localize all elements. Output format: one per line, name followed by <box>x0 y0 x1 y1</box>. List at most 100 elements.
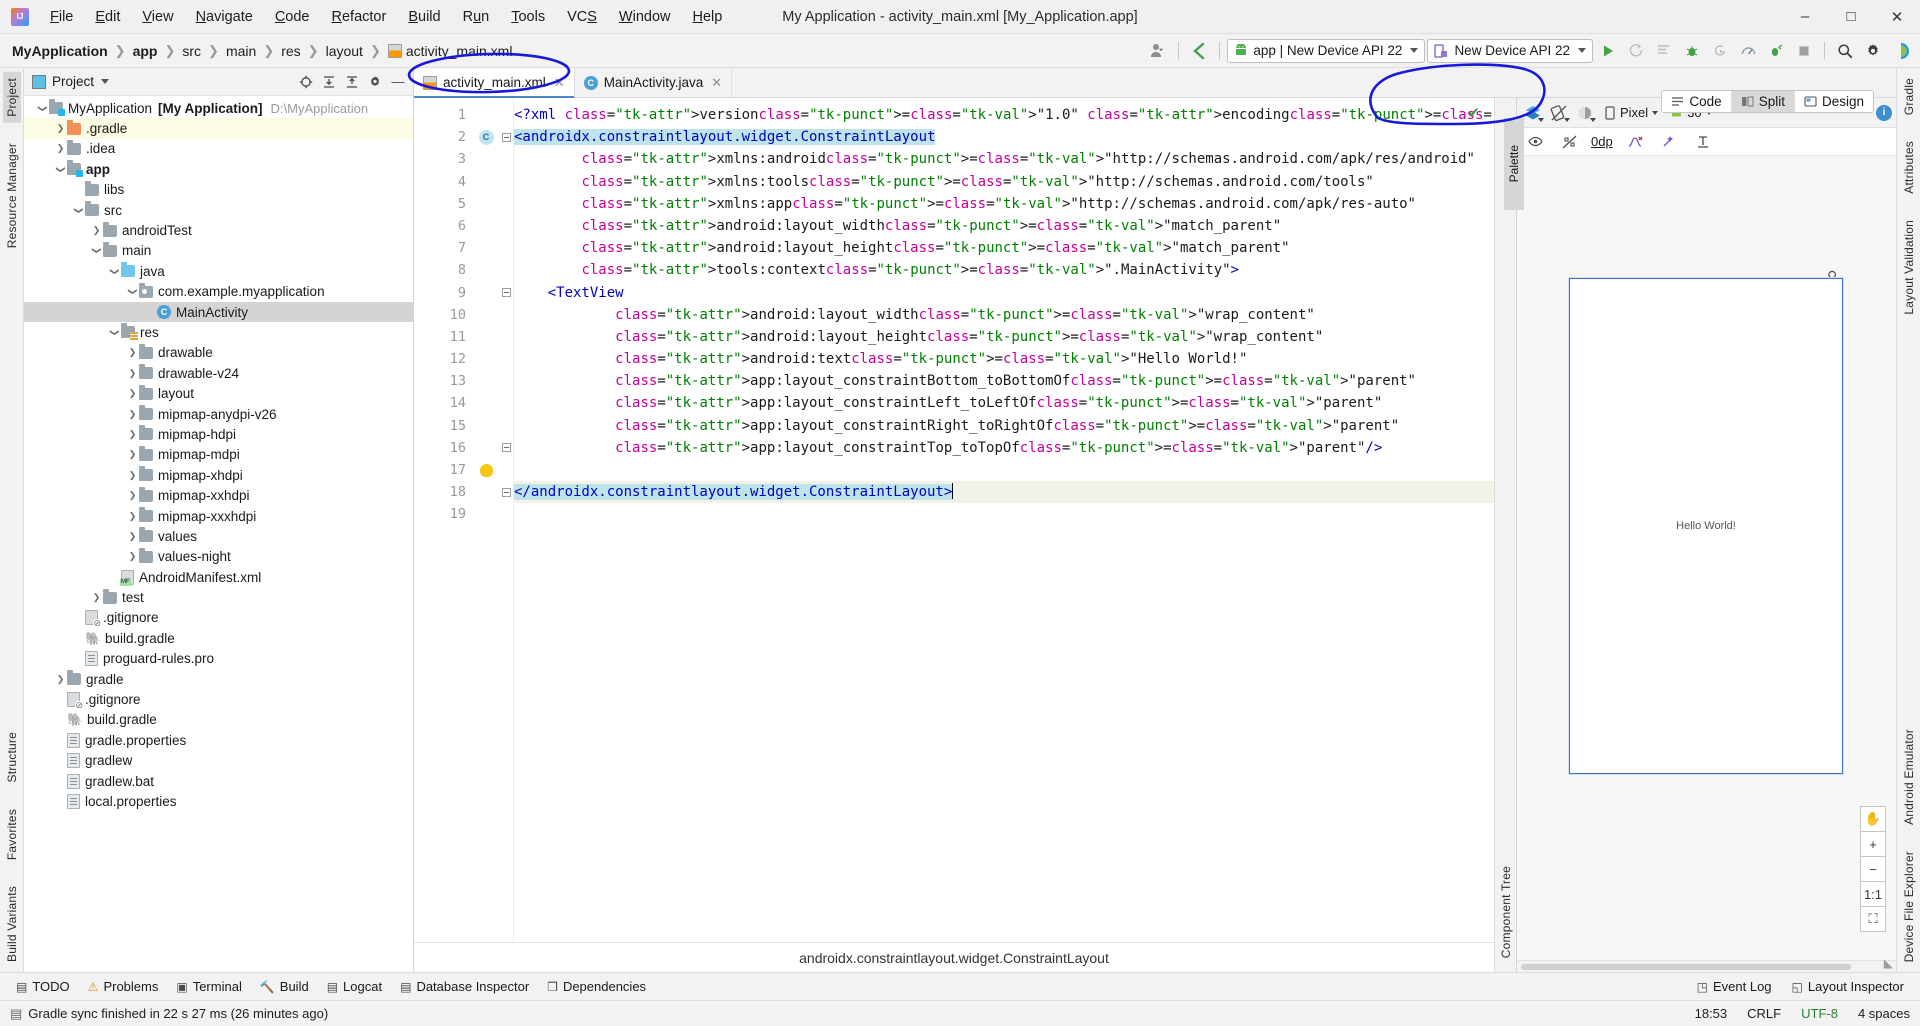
avd-manager-icon[interactable] <box>1888 38 1914 64</box>
fold-row[interactable] <box>500 282 513 304</box>
bottom-tool-event-log[interactable]: ◳ Event Log <box>1689 976 1780 997</box>
code-line[interactable]: class="tk-attr">android:layout_widthclas… <box>514 304 1494 326</box>
apply-changes-button[interactable] <box>1623 38 1649 64</box>
sidebar-item-layout-validation[interactable]: Layout Validation <box>1900 214 1918 321</box>
tree-expand-arrow[interactable]: ❯ <box>109 326 120 339</box>
code-line[interactable]: class="tk-attr">android:layout_widthclas… <box>514 215 1494 237</box>
sidebar-item-gradle[interactable]: Gradle <box>1900 72 1918 121</box>
tree-node[interactable]: ❯ mipmap-hdpi <box>24 424 413 444</box>
collapse-all-icon[interactable] <box>341 71 363 93</box>
tree-expand-arrow[interactable]: ❯ <box>126 470 139 481</box>
code-line[interactable]: class="tk-attr">xmlns:androidclass="tk-p… <box>514 148 1494 170</box>
tree-node[interactable]: ❯ mipmap-anydpi-v26 <box>24 404 413 424</box>
code-scroll-area[interactable]: 1 2 3 4 5 6 7 8 9 10 11 12 13 14 15 16 17 18 19 C <box>414 98 1494 942</box>
tree-expand-arrow[interactable]: ❯ <box>126 551 139 562</box>
project-tree[interactable]: ❯ MyApplication [My Application] D:\MyAppli… <box>24 96 413 972</box>
tree-node[interactable]: ❯proguard-rules.pro <box>24 649 413 669</box>
bottom-tool-build[interactable]: 🔨 Build <box>252 976 317 997</box>
tree-expand-arrow[interactable]: ❯ <box>126 368 139 379</box>
tree-node[interactable]: ❯ drawable-v24 <box>24 363 413 383</box>
hide-constraints-icon[interactable] <box>1557 131 1581 153</box>
tree-node[interactable]: ❯ .gradle <box>24 118 413 139</box>
menu-vcs[interactable]: VCS <box>556 5 608 29</box>
tree-expand-arrow[interactable]: ❯ <box>126 449 139 460</box>
zoom-actual-size-button[interactable]: 1:1 <box>1860 881 1886 907</box>
tree-node[interactable]: ❯AndroidManifest.xml <box>24 567 413 587</box>
menu-tools[interactable]: Tools <box>500 5 556 29</box>
menu-edit[interactable]: Edit <box>84 5 131 29</box>
gear-icon[interactable] <box>1860 38 1886 64</box>
tree-node[interactable]: ❯gradlew.bat <box>24 771 413 791</box>
code-line[interactable]: class="tk-attr">app:layout_constraintRig… <box>514 415 1494 437</box>
debug-button[interactable] <box>1679 38 1705 64</box>
tree-node[interactable]: ❯ mipmap-xxhdpi <box>24 485 413 505</box>
tree-node[interactable]: ❯.gitignore <box>24 608 413 629</box>
maximize-button[interactable]: □ <box>1828 0 1874 34</box>
expand-all-icon[interactable] <box>318 71 340 93</box>
tree-node[interactable]: ❯ androidTest <box>24 220 413 240</box>
bottom-tool-problems[interactable]: ⚠ Problems <box>80 976 167 997</box>
orientation-icon[interactable] <box>1547 102 1571 124</box>
tree-expand-arrow[interactable]: ❯ <box>126 531 139 542</box>
fold-row[interactable] <box>500 437 513 459</box>
device-selector[interactable]: New Device API 22 <box>1427 38 1593 63</box>
zoom-out-button[interactable]: − <box>1860 856 1886 882</box>
hide-panel-icon[interactable]: — <box>387 71 409 93</box>
tree-node[interactable]: ❯gradlew <box>24 751 413 771</box>
code-line[interactable] <box>514 459 1494 481</box>
tree-expand-arrow[interactable]: ❯ <box>90 592 103 603</box>
tree-node[interactable]: ❯ mipmap-mdpi <box>24 445 413 465</box>
code-line[interactable]: <androidx.constraintlayout.widget.Constr… <box>514 126 1494 148</box>
tree-node[interactable]: ❯🐘build.gradle <box>24 710 413 730</box>
scrollbar-thumb[interactable] <box>1521 964 1851 970</box>
tree-node[interactable]: ❯ test <box>24 587 413 607</box>
code-text[interactable]: <?xml class="tk-attr">versionclass="tk-p… <box>514 98 1494 942</box>
apply-code-changes-button[interactable] <box>1651 38 1677 64</box>
pan-tool-button[interactable]: ✋ <box>1860 806 1886 832</box>
tree-node[interactable]: ❯ res <box>24 322 413 342</box>
tree-expand-arrow[interactable]: ❯ <box>109 265 120 278</box>
settings-gear-icon[interactable] <box>364 71 386 93</box>
infer-constraints-icon[interactable] <box>1657 131 1681 153</box>
tree-node[interactable]: ❯ values-night <box>24 547 413 567</box>
bottom-tool-todo[interactable]: ▤ TODO <box>8 976 78 997</box>
menu-build[interactable]: Build <box>397 5 451 29</box>
marker-row[interactable] <box>472 459 500 481</box>
clear-constraints-icon[interactable] <box>1623 131 1647 153</box>
tree-expand-arrow[interactable]: ❯ <box>54 143 67 154</box>
code-line[interactable] <box>514 503 1494 525</box>
breadcrumb-item-file[interactable]: activity_main.xml <box>384 41 517 61</box>
code-line[interactable]: <?xml class="tk-attr">versionclass="tk-p… <box>514 104 1494 126</box>
breadcrumb-item-src[interactable]: src <box>178 41 205 61</box>
bottom-tool-layout-inspector[interactable]: ◱ Layout Inspector <box>1784 976 1912 997</box>
tree-node[interactable]: ❯.gitignore <box>24 689 413 711</box>
code-line[interactable]: class="tk-attr">app:layout_constraintTop… <box>514 437 1494 459</box>
fold-row[interactable] <box>500 481 513 503</box>
tree-expand-arrow[interactable]: ❯ <box>126 409 139 420</box>
menu-navigate[interactable]: Navigate <box>185 5 264 29</box>
tree-expand-arrow[interactable]: ❯ <box>54 123 67 134</box>
tree-expand-arrow[interactable]: ❯ <box>126 511 139 522</box>
tree-expand-arrow[interactable]: ❯ <box>126 490 139 501</box>
sidebar-item-favorites[interactable]: Favorites <box>3 803 21 866</box>
tree-expand-arrow[interactable]: ❯ <box>91 244 102 257</box>
sidebar-item-device-file-explorer[interactable]: Device File Explorer <box>1900 845 1918 968</box>
tab-activity-main-xml[interactable]: activity_main.xml ✕ <box>414 68 575 98</box>
tree-node[interactable]: ❯libs <box>24 180 413 200</box>
close-button[interactable]: ✕ <box>1874 0 1920 34</box>
code-line[interactable]: class="tk-attr">android:layout_heightcla… <box>514 326 1494 348</box>
code-line[interactable]: class="tk-attr">android:layout_heightcla… <box>514 237 1494 259</box>
tree-node[interactable]: ❯ .idea <box>24 139 413 159</box>
code-line[interactable]: class="tk-attr">app:layout_constraintLef… <box>514 392 1494 414</box>
bottom-tool-logcat[interactable]: ▤ Logcat <box>319 976 390 997</box>
chevron-down-icon[interactable] <box>101 79 110 84</box>
code-line[interactable]: class="tk-attr">tools:contextclass="tk-p… <box>514 259 1494 281</box>
sidebar-item-android-emulator[interactable]: Android Emulator <box>1900 723 1918 831</box>
sync-gradle-icon[interactable] <box>1186 38 1212 64</box>
search-icon[interactable] <box>1832 38 1858 64</box>
menu-view[interactable]: View <box>131 5 184 29</box>
code-line[interactable]: <TextView <box>514 282 1494 304</box>
code-line[interactable]: class="tk-attr">xmlns:toolsclass="tk-pun… <box>514 171 1494 193</box>
fold-row[interactable] <box>500 126 513 148</box>
device-preview-selector[interactable]: Pixel <box>1599 103 1663 122</box>
